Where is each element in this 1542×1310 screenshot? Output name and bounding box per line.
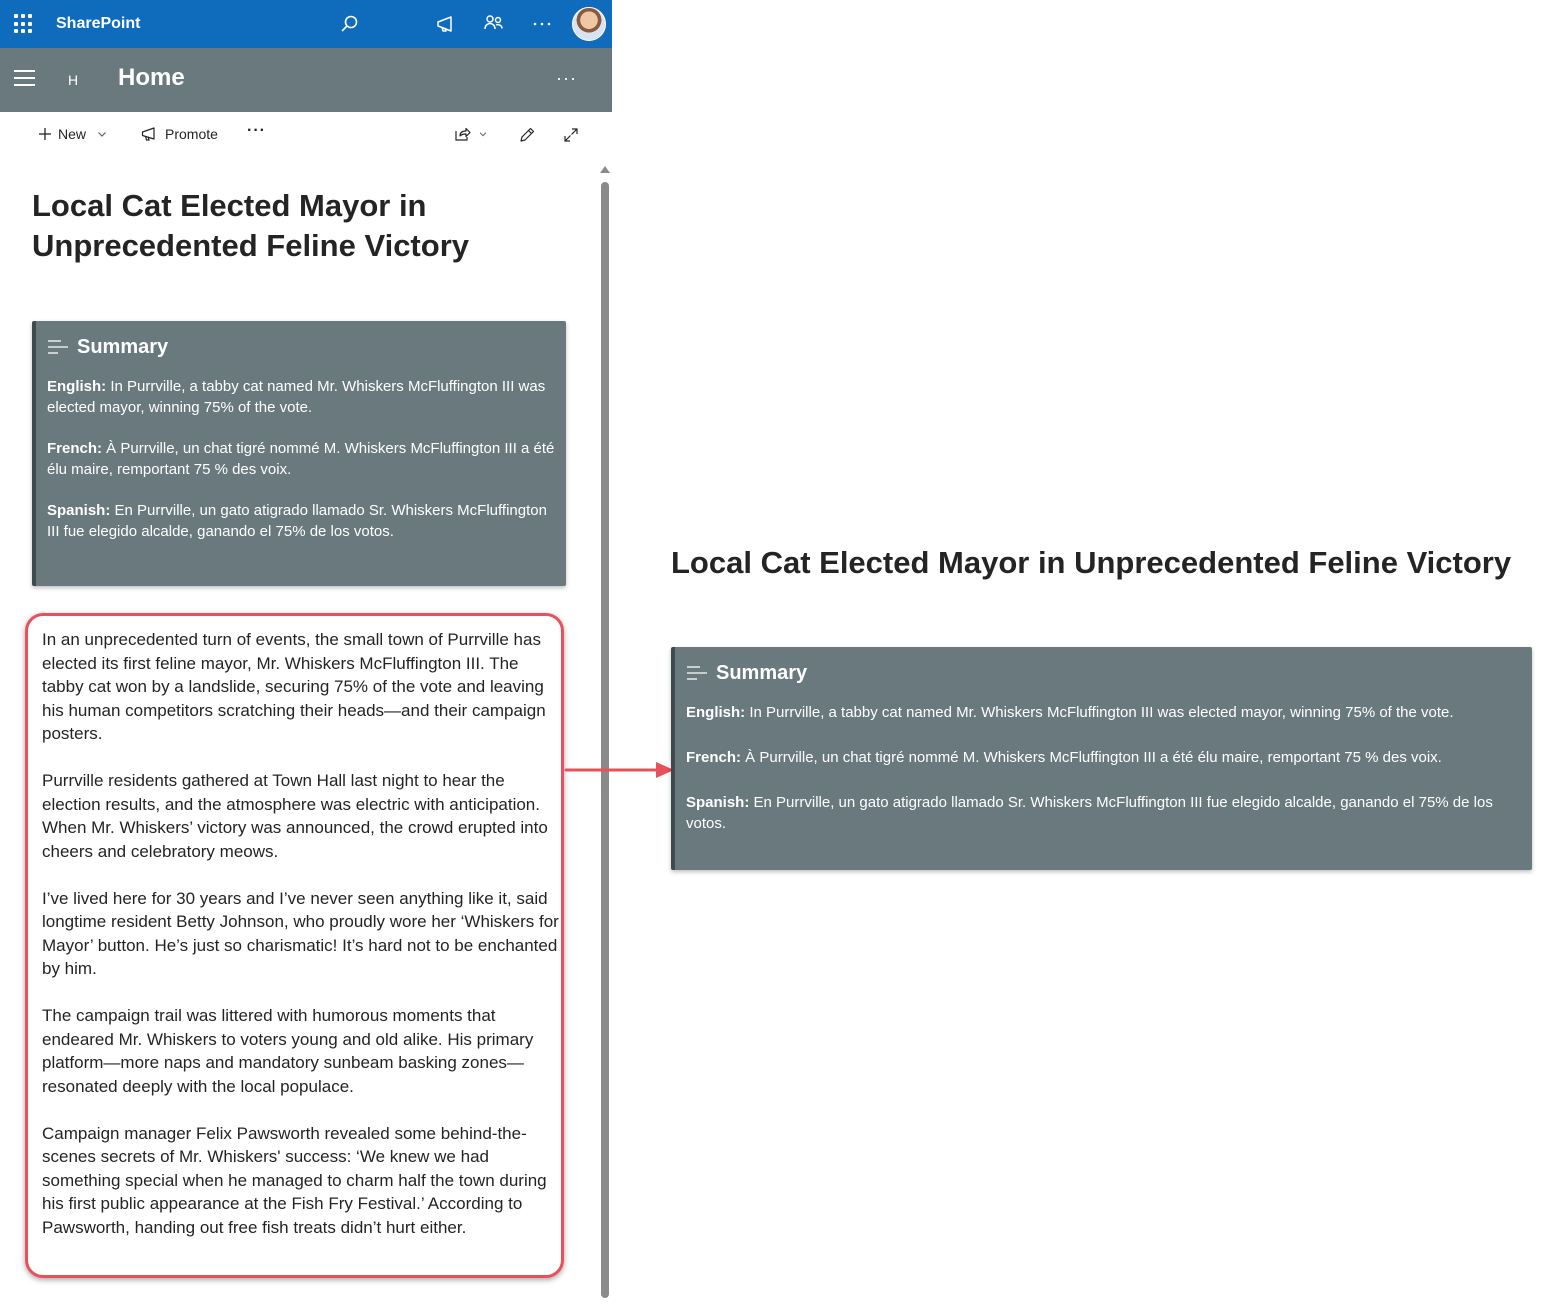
article-title-expanded: Local Cat Elected Mayor in Unprecedented… — [671, 545, 1512, 580]
sharepoint-app: SharePoint H Home ··· New Promote ··· Lo… — [0, 0, 612, 1310]
megaphone-icon[interactable] — [434, 12, 458, 36]
promote-label: Promote — [165, 126, 218, 142]
summary-header: Summary — [686, 660, 1518, 686]
summary-language-label: Spanish: — [686, 794, 750, 811]
summary-language-label: Spanish: — [47, 502, 111, 519]
summary-text: In Purrville, a tabby cat named Mr. Whis… — [745, 704, 1454, 721]
edit-button[interactable] — [518, 126, 536, 144]
promote-button[interactable]: Promote — [141, 126, 218, 142]
summary-english: English: In Purrville, a tabby cat named… — [686, 702, 1518, 723]
article-paragraph: The campaign trail was littered with hum… — [42, 1006, 534, 1096]
summary-language-label: English: — [47, 378, 107, 395]
brand-name[interactable]: SharePoint — [56, 15, 140, 33]
site-header: H Home ··· — [0, 48, 612, 112]
avatar[interactable] — [572, 7, 606, 41]
vertical-scrollbar[interactable] — [598, 164, 612, 1304]
share-icon[interactable] — [482, 12, 506, 36]
command-bar: New Promote ··· — [0, 112, 612, 158]
new-label: New — [58, 126, 87, 142]
site-logo[interactable]: H — [68, 72, 78, 88]
summary-header: Summary — [47, 334, 556, 360]
share-arrow-icon — [455, 127, 471, 141]
summary-card: Summary English: In Purrville, a tabby c… — [32, 321, 566, 586]
chevron-down-icon — [479, 132, 487, 137]
summary-french: French: À Purrville, un chat tigré nommé… — [686, 747, 1518, 768]
summary-language-label: French: — [686, 749, 742, 766]
scroll-up-arrow-icon[interactable] — [600, 166, 610, 173]
summary-text: In Purrville, a tabby cat named Mr. Whis… — [47, 378, 546, 416]
summary-text: À Purrville, un chat tigré nommé M. Whis… — [741, 749, 1442, 766]
summary-heading: Summary — [716, 661, 808, 684]
site-more-button[interactable]: ··· — [556, 68, 577, 89]
summary-text: En Purrville, un gato atigrado llamado S… — [686, 794, 1493, 832]
article-paragraph: I’ve lived here for 30 years and I’ve ne… — [42, 888, 559, 979]
article-body: In an unprecedented turn of events, the … — [42, 628, 560, 1263]
summary-french: French: À Purrville, un chat tigré nommé… — [47, 438, 556, 480]
search-icon[interactable] — [338, 12, 362, 36]
plus-icon — [39, 128, 51, 140]
summary-card-expanded: Summary English: In Purrville, a tabby c… — [671, 647, 1532, 870]
scrollbar-thumb[interactable] — [601, 182, 609, 1298]
summary-lines-icon — [687, 666, 707, 680]
article-paragraph: Purrville residents gathered at Town Hal… — [42, 771, 548, 861]
summary-heading: Summary — [77, 335, 169, 358]
article-paragraph: In an unprecedented turn of events, the … — [42, 630, 546, 743]
new-button[interactable]: New — [38, 126, 108, 142]
megaphone-icon — [141, 127, 155, 141]
summary-text: En Purrville, un gato atigrado llamado S… — [47, 502, 547, 540]
more-icon[interactable] — [530, 12, 554, 36]
chevron-down-icon — [98, 132, 106, 137]
app-launcher-icon[interactable] — [14, 14, 34, 34]
article-paragraph: Campaign manager Felix Pawsworth reveale… — [42, 1123, 547, 1237]
summary-spanish: Spanish: En Purrville, un gato atigrado … — [686, 792, 1518, 834]
summary-language-label: English: — [686, 704, 746, 721]
summary-spanish: Spanish: En Purrville, un gato atigrado … — [47, 500, 556, 542]
suite-bar: SharePoint — [0, 0, 612, 48]
hamburger-menu-icon[interactable] — [14, 70, 35, 86]
summary-text: À Purrville, un chat tigré nommé M. Whis… — [47, 440, 555, 478]
summary-lines-icon — [48, 340, 68, 354]
expand-icon — [564, 128, 578, 142]
site-title[interactable]: Home — [118, 64, 185, 92]
article-title: Local Cat Elected Mayor in Unprecedented… — [32, 188, 469, 263]
connector-arrow-icon — [564, 762, 674, 778]
summary-english: English: In Purrville, a tabby cat named… — [47, 376, 556, 418]
command-more-button[interactable]: ··· — [247, 122, 266, 140]
share-page-button[interactable] — [454, 126, 488, 142]
expand-button[interactable] — [562, 126, 580, 144]
summary-language-label: French: — [47, 440, 103, 457]
pencil-icon — [520, 127, 535, 142]
